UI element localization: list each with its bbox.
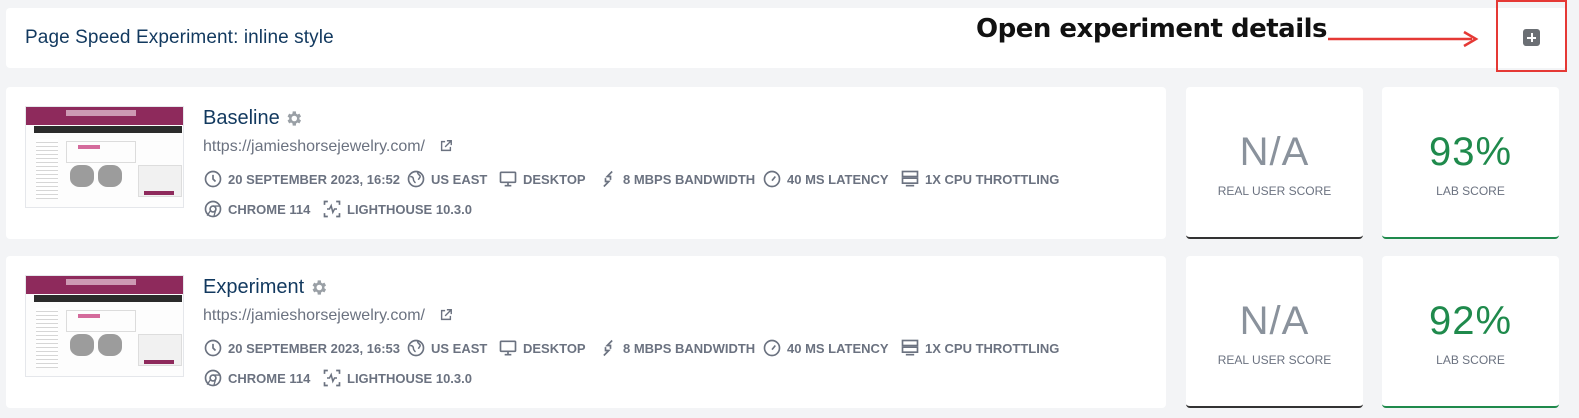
lighthouse-wave-icon: [323, 200, 341, 218]
real-user-score-card: N/A REAL USER SCORE: [1186, 87, 1363, 239]
timestamp-text: 20 SEPTEMBER 2023, 16:53: [228, 340, 400, 356]
browser-text: CHROME 114: [228, 370, 311, 386]
meta-timestamp: 20 SEPTEMBER 2023, 16:52: [203, 169, 400, 189]
meta-device: DESKTOP: [498, 338, 586, 358]
external-link-icon[interactable]: [439, 139, 453, 153]
globe-location-icon: [407, 170, 425, 188]
lab-score-label: LAB SCORE: [1436, 353, 1505, 367]
annotation-arrow-icon: [1328, 30, 1479, 48]
meta-browser: CHROME 114: [203, 199, 310, 219]
desktop-icon: [499, 340, 517, 356]
run-card-baseline[interactable]: Baseline https://jamieshorsejewelry.com/…: [6, 87, 1166, 239]
lab-score-value: 92%: [1428, 299, 1513, 343]
meta-cpu: 1X CPU THROTTLING: [900, 169, 1059, 189]
real-user-score-label: REAL USER SCORE: [1217, 184, 1332, 198]
lab-score-label: LAB SCORE: [1436, 184, 1505, 198]
device-text: DESKTOP: [523, 340, 586, 356]
globe-location-icon: [407, 339, 425, 357]
cpu-server-icon: [901, 170, 919, 187]
real-user-score-card: N/A REAL USER SCORE: [1186, 256, 1363, 408]
lab-score-card: 92% LAB SCORE: [1382, 256, 1559, 408]
latency-text: 40 MS LATENCY: [787, 340, 889, 356]
real-user-score-value: N/A: [1239, 299, 1310, 343]
lab-score-card: 93% LAB SCORE: [1382, 87, 1559, 239]
meta-timestamp: 20 SEPTEMBER 2023, 16:53: [203, 338, 400, 358]
external-link-icon[interactable]: [439, 308, 453, 322]
open-experiment-details-button[interactable]: [1523, 29, 1540, 46]
experiment-title: Page Speed Experiment: inline style: [25, 27, 334, 48]
gear-icon[interactable]: [284, 109, 303, 128]
meta-latency: 40 MS LATENCY: [762, 169, 889, 189]
annotation-label: Open experiment details: [976, 14, 1328, 44]
timestamp-text: 20 SEPTEMBER 2023, 16:52: [228, 171, 400, 187]
run-url[interactable]: https://jamieshorsejewelry.com/: [203, 138, 425, 156]
clock-icon: [204, 170, 222, 188]
cpu-text: 1X CPU THROTTLING: [925, 340, 1060, 356]
meta-lighthouse: LIGHTHOUSE 10.3.0: [322, 199, 472, 219]
meta-cpu: 1X CPU THROTTLING: [900, 338, 1059, 358]
run-card-experiment[interactable]: Experiment https://jamieshorsejewelry.co…: [6, 256, 1166, 408]
meta-bandwidth: 8 MBPS BANDWIDTH: [598, 338, 755, 358]
lab-score-value: 93%: [1428, 130, 1513, 174]
bandwidth-text: 8 MBPS BANDWIDTH: [623, 340, 756, 356]
meta-latency: 40 MS LATENCY: [762, 338, 889, 358]
run-name[interactable]: Experiment: [203, 276, 304, 299]
run-name[interactable]: Baseline: [203, 107, 280, 130]
cpu-text: 1X CPU THROTTLING: [925, 171, 1060, 187]
page-screenshot-thumbnail: [25, 275, 184, 377]
bandwidth-text: 8 MBPS BANDWIDTH: [623, 171, 756, 187]
speedometer-icon: [763, 339, 781, 357]
lighthouse-text: LIGHTHOUSE 10.3.0: [347, 201, 472, 217]
real-user-score-label: REAL USER SCORE: [1217, 353, 1332, 367]
real-user-score-value: N/A: [1239, 130, 1310, 174]
speedometer-icon: [763, 170, 781, 188]
latency-text: 40 MS LATENCY: [787, 171, 889, 187]
meta-location: US EAST: [406, 338, 487, 358]
lighthouse-text: LIGHTHOUSE 10.3.0: [347, 370, 472, 386]
location-text: US EAST: [431, 340, 488, 356]
meta-location: US EAST: [406, 169, 487, 189]
lighthouse-wave-icon: [323, 369, 341, 387]
location-text: US EAST: [431, 171, 488, 187]
meta-lighthouse: LIGHTHOUSE 10.3.0: [322, 368, 472, 388]
cpu-server-icon: [901, 339, 919, 356]
browser-text: CHROME 114: [228, 201, 311, 217]
bandwidth-arrows-icon: [603, 170, 613, 188]
clock-icon: [204, 339, 222, 357]
meta-bandwidth: 8 MBPS BANDWIDTH: [598, 169, 755, 189]
gear-icon[interactable]: [309, 278, 328, 297]
chrome-icon: [204, 200, 222, 218]
desktop-icon: [499, 171, 517, 187]
device-text: DESKTOP: [523, 171, 586, 187]
run-url[interactable]: https://jamieshorsejewelry.com/: [203, 307, 425, 325]
chrome-icon: [204, 369, 222, 387]
page-screenshot-thumbnail: [25, 106, 184, 208]
meta-device: DESKTOP: [498, 169, 586, 189]
meta-browser: CHROME 114: [203, 368, 310, 388]
bandwidth-arrows-icon: [603, 339, 613, 357]
